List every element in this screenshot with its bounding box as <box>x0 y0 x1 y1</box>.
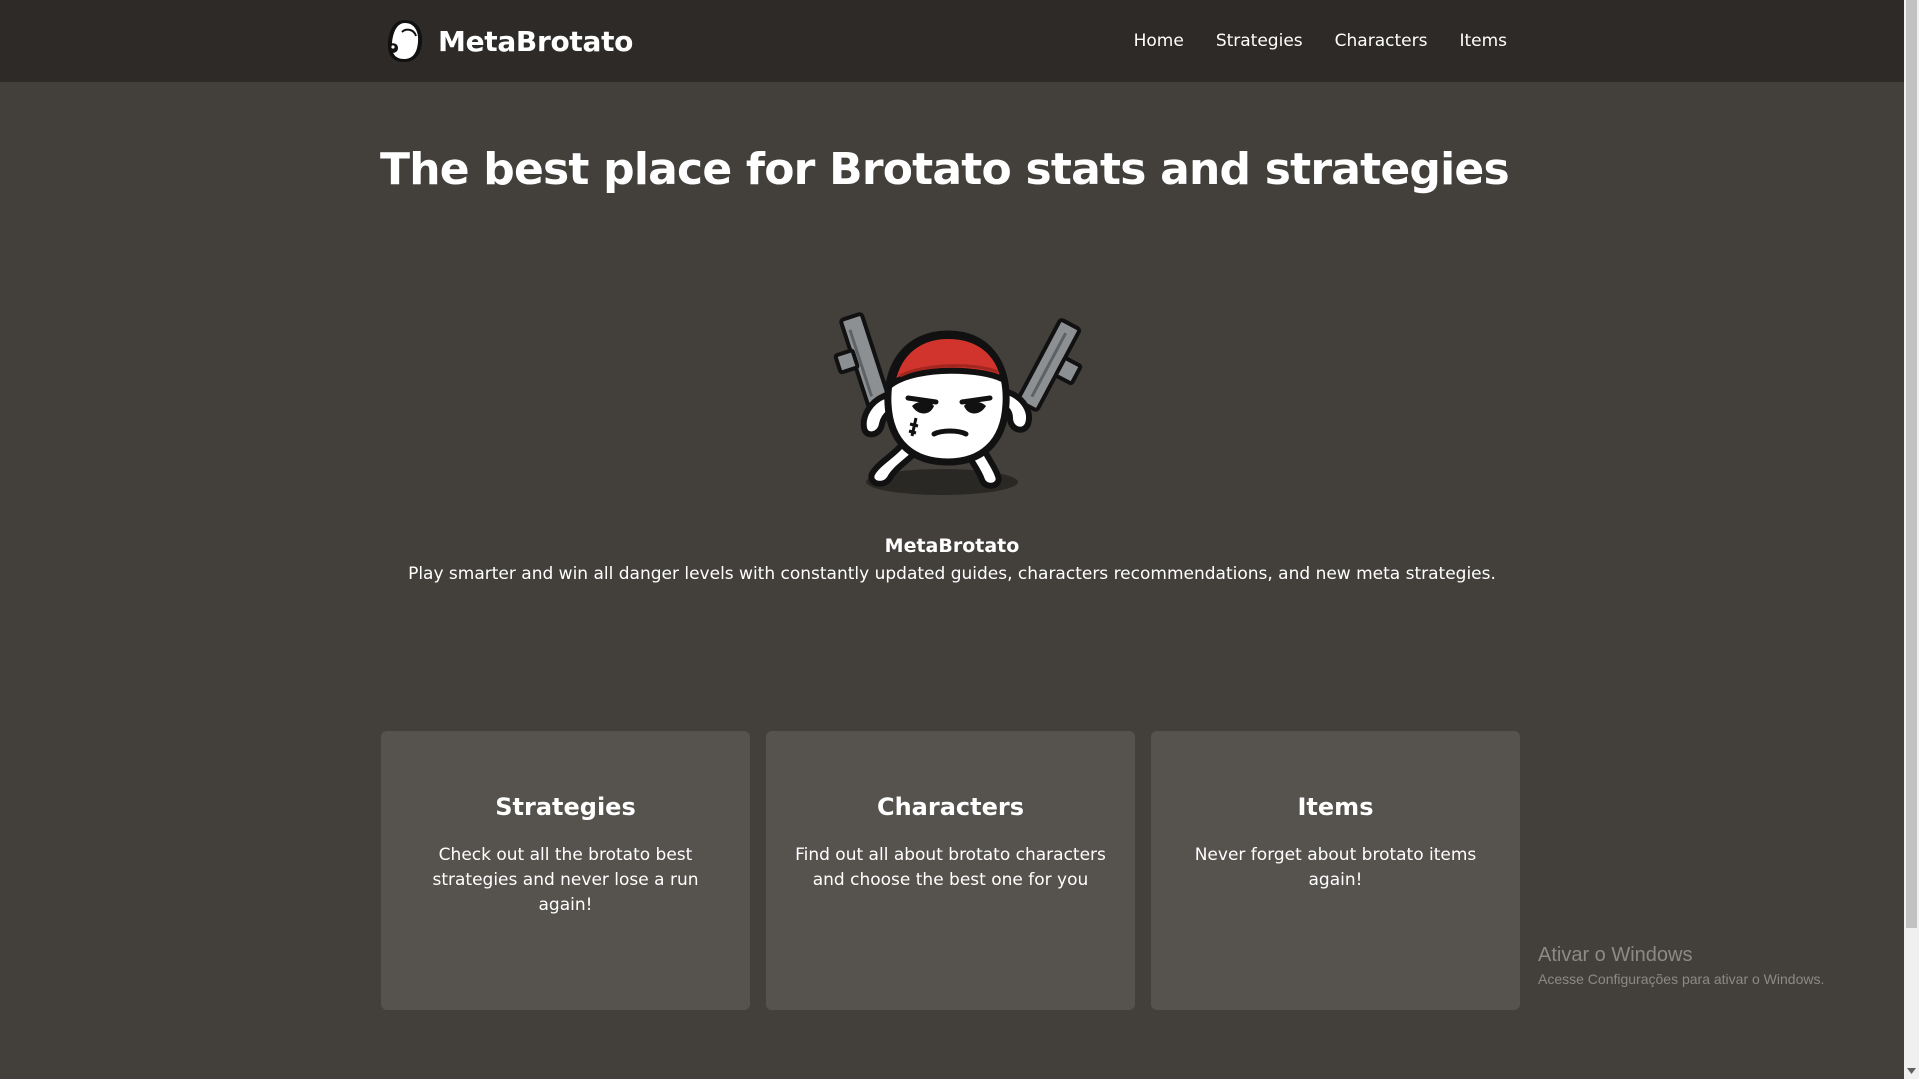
card-description: Never forget about brotato items again! <box>1194 845 1477 890</box>
brotato-mascot-image <box>833 312 1083 495</box>
page: MetaBrotato Home Strategies Characters I… <box>0 0 1919 1079</box>
top-navbar: MetaBrotato Home Strategies Characters I… <box>0 0 1904 82</box>
card-title: Strategies <box>495 793 636 821</box>
hero-title: The best place for Brotato stats and str… <box>380 144 1510 195</box>
card-characters[interactable]: Characters Find out all about brotato ch… <box>766 731 1135 1010</box>
nav-strategies[interactable]: Strategies <box>1216 26 1303 56</box>
nav-items[interactable]: Items <box>1459 26 1507 56</box>
page-scrollbar[interactable] <box>1904 0 1919 1079</box>
card-description: Check out all the brotato best strategie… <box>432 845 699 915</box>
nav-characters[interactable]: Characters <box>1335 26 1428 56</box>
main-nav: Home Strategies Characters Items <box>1134 26 1507 56</box>
card-title: Characters <box>876 793 1025 821</box>
hero-site-name: MetaBrotato <box>884 535 1020 557</box>
brand-name: MetaBrotato <box>438 24 634 58</box>
card-description: Find out all about brotato characters an… <box>795 845 1106 890</box>
card-strategies[interactable]: Strategies Check out all the brotato bes… <box>381 731 750 1010</box>
windows-activation-watermark: Ativar o Windows Acesse Configurações pa… <box>1538 944 1824 987</box>
scroll-down-arrow-icon[interactable] <box>1904 1065 1919 1077</box>
card-title: Items <box>1297 793 1374 821</box>
hero-description: Play smarter and win all danger levels w… <box>408 564 1496 584</box>
watermark-subtitle: Acesse Configurações para ativar o Windo… <box>1538 971 1825 987</box>
brand-link[interactable]: MetaBrotato <box>384 16 633 66</box>
watermark-title: Ativar o Windows <box>1538 944 1693 966</box>
nav-home[interactable]: Home <box>1134 26 1184 56</box>
scrollbar-thumb[interactable] <box>1906 0 1917 928</box>
feature-cards: Strategies Check out all the brotato bes… <box>381 731 1520 1010</box>
potato-head-icon <box>387 20 423 62</box>
card-items[interactable]: Items Never forget about brotato items a… <box>1151 731 1520 1010</box>
